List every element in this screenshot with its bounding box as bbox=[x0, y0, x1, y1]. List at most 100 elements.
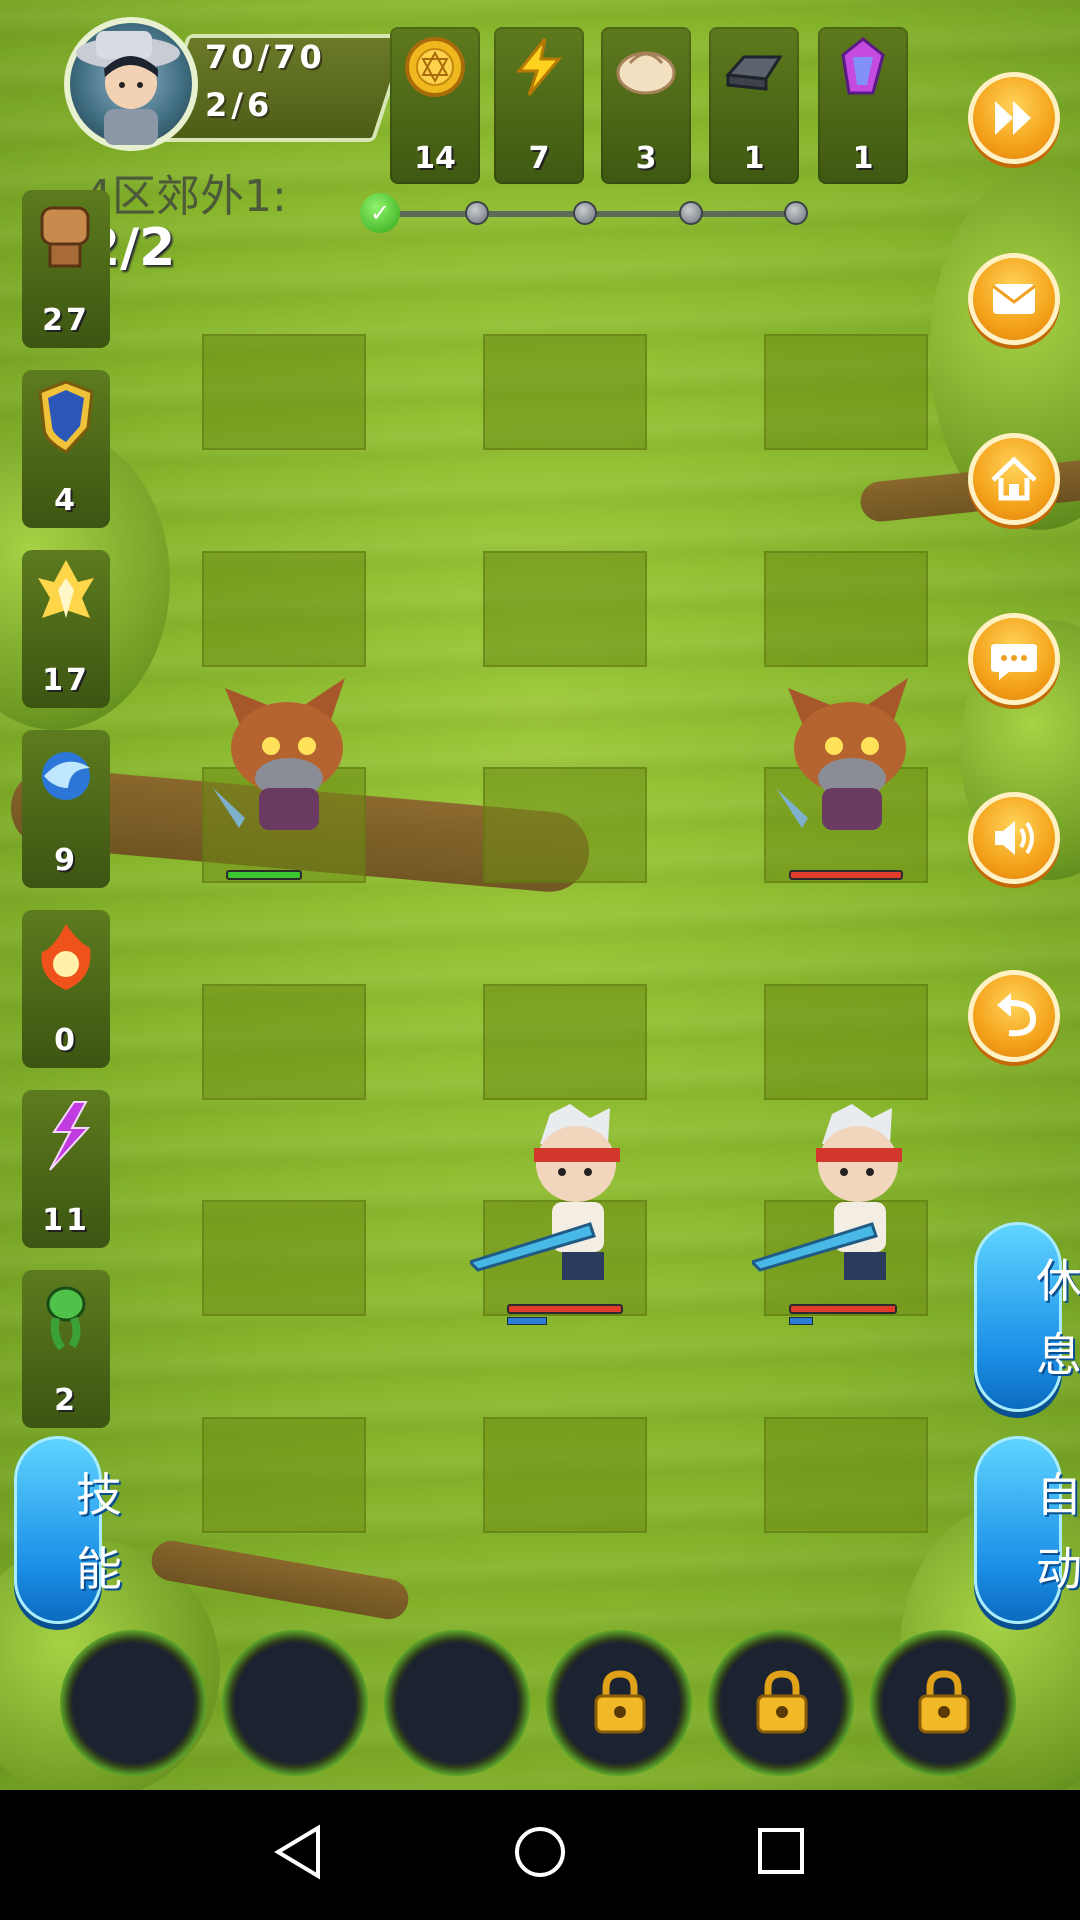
poison-icon bbox=[46, 1286, 86, 1351]
wolf-warrior-icon bbox=[776, 678, 908, 830]
recents-icon[interactable] bbox=[756, 1826, 806, 1876]
hero-mp-bar bbox=[789, 1317, 813, 1325]
skill-value: 17 bbox=[42, 663, 90, 698]
player-avatar[interactable] bbox=[64, 17, 198, 151]
skill-holy-light[interactable]: 17 bbox=[22, 550, 110, 708]
skill-lightning-rune[interactable]: 11 bbox=[22, 1090, 110, 1248]
swordsman-icon bbox=[749, 1104, 902, 1280]
progress-node bbox=[465, 201, 489, 225]
home-icon bbox=[991, 456, 1037, 501]
battle-tile[interactable] bbox=[764, 984, 928, 1100]
skill-poison[interactable]: 2 bbox=[22, 1270, 110, 1428]
skill-value: 27 bbox=[42, 303, 90, 338]
battle-tile[interactable] bbox=[202, 551, 366, 667]
battle-tile[interactable] bbox=[483, 767, 647, 883]
battle-tile[interactable] bbox=[202, 1200, 366, 1316]
fire-icon bbox=[41, 924, 91, 990]
home-nav-icon[interactable] bbox=[512, 1824, 568, 1880]
skill-water[interactable]: 9 bbox=[22, 730, 110, 888]
chat-icon bbox=[991, 644, 1037, 680]
sound-button[interactable] bbox=[968, 792, 1060, 884]
rest-char-1: 休 bbox=[1036, 1254, 1080, 1308]
resource-gold[interactable]: 14 bbox=[390, 27, 480, 184]
lock-icon bbox=[594, 1670, 646, 1734]
skill-fire[interactable]: 0 bbox=[22, 910, 110, 1068]
skill-value: 11 bbox=[42, 1203, 90, 1238]
avatar-portrait-icon bbox=[76, 31, 180, 145]
skill-value: 4 bbox=[54, 483, 78, 518]
auto-char-1: 自 bbox=[1036, 1468, 1080, 1522]
skill-slot-5-locked[interactable] bbox=[708, 1630, 854, 1776]
dumpling-icon bbox=[616, 51, 676, 95]
stage-title: 4区郊外1: bbox=[84, 171, 287, 222]
battle-field: 70/70 2/6 14 7 3 1 1 4区郊外1: 2/2 ✓ 27 4 1… bbox=[0, 0, 1080, 1790]
hero-mp-bar bbox=[507, 1317, 547, 1325]
chat-button[interactable] bbox=[968, 613, 1060, 705]
skill-menu-button[interactable]: 技 能 bbox=[14, 1436, 122, 1624]
skill-slot-2[interactable] bbox=[222, 1630, 368, 1776]
return-button[interactable] bbox=[968, 970, 1060, 1062]
lightning-icon bbox=[515, 38, 563, 96]
fast-forward-icon bbox=[995, 101, 1031, 135]
skill-value: 9 bbox=[54, 843, 78, 878]
skill-slot-1[interactable] bbox=[60, 1630, 206, 1776]
home-button[interactable] bbox=[968, 433, 1060, 525]
progress-node-complete-icon: ✓ bbox=[360, 193, 400, 233]
skill-slot-3[interactable] bbox=[384, 1630, 530, 1776]
fast-forward-button[interactable] bbox=[968, 72, 1060, 164]
battle-tile[interactable] bbox=[483, 1417, 647, 1533]
skill-shield[interactable]: 4 bbox=[22, 370, 110, 528]
battle-tile[interactable] bbox=[764, 334, 928, 450]
crystal-icon bbox=[841, 37, 885, 95]
rest-char-2: 息 bbox=[1036, 1328, 1080, 1382]
shield-icon bbox=[38, 380, 94, 454]
skill-slot-4-locked[interactable] bbox=[546, 1630, 692, 1776]
hero-hp-bar bbox=[789, 1304, 897, 1314]
auto-button[interactable]: 自 动 bbox=[974, 1436, 1080, 1624]
resource-count: 1 bbox=[743, 141, 765, 176]
water-orb-icon bbox=[42, 752, 90, 800]
rest-button[interactable]: 休 息 bbox=[974, 1222, 1080, 1412]
skill-char-1: 技 bbox=[76, 1468, 122, 1522]
lock-icon bbox=[918, 1670, 970, 1734]
battle-tile[interactable] bbox=[483, 984, 647, 1100]
skill-fist[interactable]: 27 bbox=[22, 190, 110, 348]
enemy-wolf-right[interactable] bbox=[768, 668, 928, 858]
enemy-hp-bar bbox=[789, 870, 903, 880]
iron-ingot-icon bbox=[724, 55, 783, 91]
lightning-rune-icon bbox=[49, 1101, 91, 1171]
mail-button[interactable] bbox=[968, 253, 1060, 345]
auto-char-2: 动 bbox=[1036, 1542, 1080, 1596]
battle-tile[interactable] bbox=[202, 334, 366, 450]
hero-swordsman-mid[interactable] bbox=[467, 1104, 670, 1294]
battle-tile[interactable] bbox=[483, 551, 647, 667]
resource-iron[interactable]: 1 bbox=[709, 27, 799, 184]
gold-coin-icon bbox=[405, 37, 465, 97]
resource-count: 7 bbox=[528, 141, 550, 176]
mail-icon bbox=[992, 284, 1036, 314]
resource-count: 1 bbox=[852, 141, 874, 176]
battle-tile[interactable] bbox=[764, 551, 928, 667]
skill-slot-6-locked[interactable] bbox=[870, 1630, 1016, 1776]
resource-lightning[interactable]: 7 bbox=[494, 27, 584, 184]
back-icon[interactable] bbox=[272, 1824, 324, 1880]
battle-tile[interactable] bbox=[202, 984, 366, 1100]
battle-tile[interactable] bbox=[764, 1417, 928, 1533]
battle-tile[interactable] bbox=[483, 334, 647, 450]
return-icon bbox=[997, 993, 1037, 1037]
hero-swordsman-right[interactable] bbox=[749, 1104, 952, 1294]
swordsman-icon bbox=[467, 1104, 620, 1280]
hero-hp-bar bbox=[507, 1304, 623, 1314]
resource-crystal[interactable]: 1 bbox=[818, 27, 908, 184]
lock-icon bbox=[756, 1670, 808, 1734]
holy-light-icon bbox=[38, 560, 94, 618]
battle-tile[interactable] bbox=[202, 1417, 366, 1533]
resource-count: 3 bbox=[635, 141, 657, 176]
resource-count: 14 bbox=[414, 141, 456, 176]
skill-char-2: 能 bbox=[76, 1542, 122, 1596]
resource-dumpling[interactable]: 3 bbox=[601, 27, 691, 184]
sound-icon bbox=[995, 821, 1034, 855]
system-nav-bar bbox=[0, 1790, 1080, 1920]
enemy-wolf-left[interactable] bbox=[205, 668, 365, 858]
wolf-warrior-icon bbox=[213, 678, 345, 830]
